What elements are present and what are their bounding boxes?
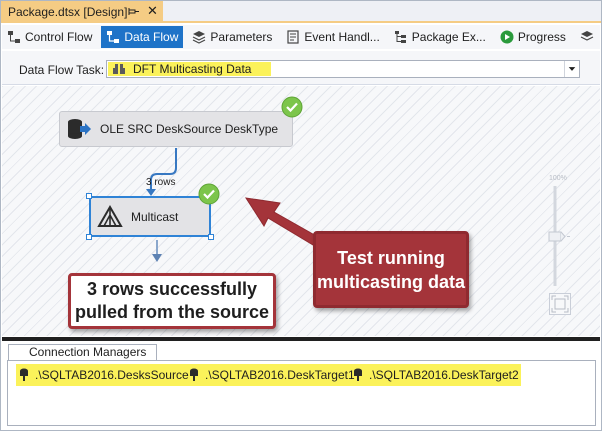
- document-tabstrip: Package.dtsx [Design] ✕: [1, 1, 601, 23]
- pane-divider[interactable]: [2, 337, 600, 341]
- source-success-check-icon: [281, 96, 303, 118]
- resize-handle-bottom-left[interactable]: [86, 234, 92, 240]
- multicast-success-check-icon: [198, 183, 220, 205]
- document-tab-title: Package.dtsx [Design]: [8, 5, 128, 19]
- package-explorer-icon: [394, 30, 408, 44]
- test-running-callout: Test running multicasting data: [313, 231, 469, 308]
- multicast-icon: [97, 204, 123, 227]
- toolbox-icon: [580, 31, 594, 41]
- zoom-fit-icon: [551, 295, 569, 313]
- data-flow-task-row: Data Flow Task: DFT Multicasting Data: [2, 51, 600, 85]
- connection-manager-item[interactable]: .\SQLTAB2016.DesksSource: [19, 368, 189, 382]
- tab-package-explorer-label: Package Ex...: [411, 30, 486, 44]
- data-flow-task-select[interactable]: DFT Multicasting Data: [106, 60, 580, 78]
- connection-manager-icon: [190, 368, 198, 381]
- connection-manager-label: .\SQLTAB2016.DeskTarget2: [369, 368, 519, 382]
- tab-control-flow-label: Control Flow: [25, 30, 93, 44]
- resize-handle-bottom-right[interactable]: [208, 234, 214, 240]
- designer-window: Package.dtsx [Design] ✕ Control Flow Dat…: [0, 0, 602, 431]
- tab-event-handlers-label: Event Handl...: [304, 30, 380, 44]
- tab-parameters-label: Parameters: [210, 30, 273, 44]
- data-path-arrowhead: [146, 189, 156, 196]
- connection-managers-pane: .\SQLTAB2016.DesksSource .\SQLTAB2016.De…: [7, 360, 596, 426]
- connection-manager-item[interactable]: .\SQLTAB2016.DeskTarget2: [353, 368, 519, 382]
- tab-progress[interactable]: Progress: [495, 26, 571, 48]
- designer-tabs: Control Flow Data Flow Parameters Event …: [2, 25, 600, 49]
- connection-manager-icon: [20, 368, 28, 381]
- test-running-callout-line1: Test running: [337, 247, 445, 268]
- tab-package-explorer[interactable]: Package Ex...: [389, 26, 491, 48]
- data-flow-task-label: Data Flow Task:: [19, 63, 105, 77]
- parameters-icon: [192, 30, 206, 44]
- tab-parameters[interactable]: Parameters: [187, 26, 277, 48]
- zoom-to-fit-button[interactable]: [549, 293, 571, 315]
- tab-control-flow[interactable]: Control Flow: [2, 26, 97, 48]
- document-tab[interactable]: Package.dtsx [Design] ✕: [1, 1, 163, 23]
- multicast-label: Multicast: [131, 209, 179, 224]
- control-flow-icon: [7, 30, 21, 44]
- tab-event-handlers[interactable]: Event Handl...: [281, 26, 384, 48]
- pin-icon[interactable]: [128, 5, 140, 17]
- multicast-component[interactable]: Multicast: [89, 196, 211, 237]
- event-handlers-icon: [286, 30, 300, 44]
- connection-manager-item[interactable]: .\SQLTAB2016.DeskTarget1: [189, 368, 355, 382]
- ole-db-source-label: OLE SRC DeskSource DeskType: [100, 122, 279, 136]
- progress-icon: [500, 30, 514, 44]
- rows-pulled-callout: 3 rows successfully pulled from the sour…: [68, 273, 276, 329]
- data-path-row-count: 3 rows: [146, 177, 176, 188]
- resize-handle-top-left[interactable]: [86, 193, 92, 199]
- data-flow-canvas[interactable]: OLE SRC DeskSource DeskType 3 rows Multi…: [2, 86, 600, 336]
- rows-pulled-callout-line1: 3 rows successfully: [86, 279, 258, 299]
- data-flow-task-value: DFT Multicasting Data: [133, 62, 252, 76]
- ole-db-source-component[interactable]: OLE SRC DeskSource DeskType: [59, 111, 293, 147]
- tab-more-toolbox[interactable]: [575, 26, 599, 48]
- tab-data-flow-label: Data Flow: [124, 30, 179, 44]
- test-running-callout-line2: multicasting data: [316, 271, 466, 292]
- output-arrowhead: [152, 254, 162, 262]
- connection-manager-icon: [354, 368, 362, 381]
- connection-manager-label: .\SQLTAB2016.DeskTarget1: [205, 368, 355, 382]
- connection-manager-label: .\SQLTAB2016.DesksSource: [35, 368, 189, 382]
- tab-progress-label: Progress: [517, 30, 566, 44]
- tab-connection-managers[interactable]: Connection Managers: [8, 344, 157, 361]
- close-icon[interactable]: ✕: [147, 4, 159, 18]
- data-flow-icon: [106, 30, 120, 44]
- ole-db-source-icon: [68, 119, 91, 139]
- dropdown-arrow-icon[interactable]: [564, 61, 579, 77]
- tab-data-flow[interactable]: Data Flow: [101, 26, 184, 48]
- rows-pulled-callout-line2: pulled from the source: [74, 302, 270, 322]
- data-flow-task-icon: [113, 64, 125, 74]
